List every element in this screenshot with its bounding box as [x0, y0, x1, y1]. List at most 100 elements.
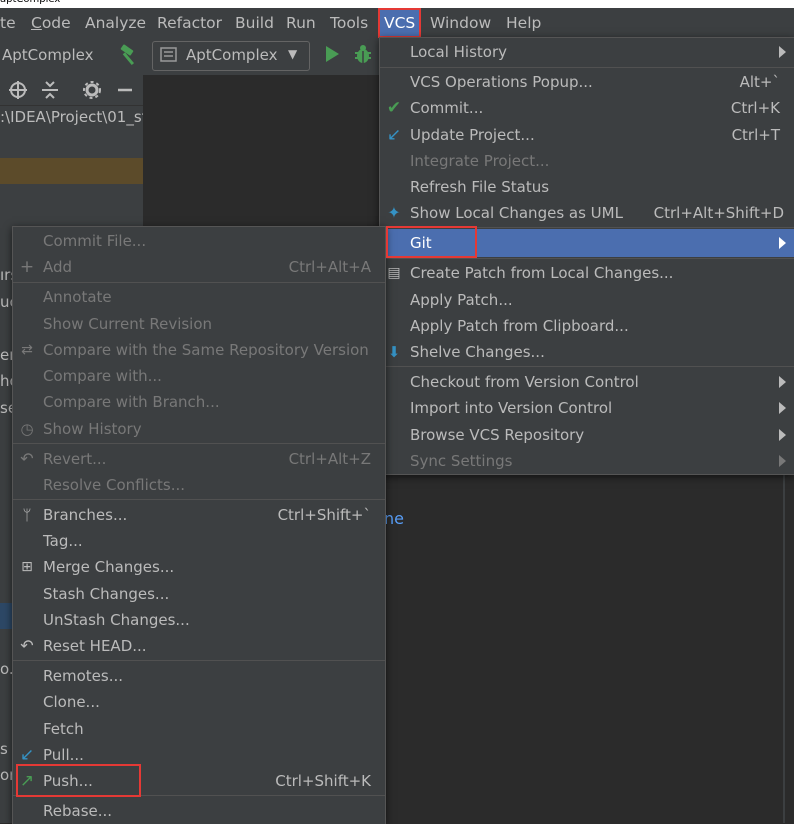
- menu-item-fetch[interactable]: Fetch: [13, 716, 385, 742]
- project-path: :\IDEA\Project\01_st: [0, 108, 143, 126]
- collapse-all-icon[interactable]: [40, 80, 60, 100]
- menu-item-label: Commit...: [410, 99, 484, 117]
- menu-item-label: Show Current Revision: [43, 315, 213, 333]
- menu-item-refresh-file-status[interactable]: Refresh File Status: [380, 174, 794, 200]
- menu-item-label: Compare with the Same Repository Version: [43, 341, 369, 359]
- menu-item-shortcut: Ctrl+Shift+K: [275, 772, 371, 790]
- menu-help[interactable]: Help: [506, 8, 541, 38]
- menu-item-show-history[interactable]: ◷ Show History: [13, 416, 385, 442]
- menu-item-local-history[interactable]: Local History: [380, 39, 794, 65]
- menu-item-label: Pull...: [43, 746, 84, 764]
- menu-item-compare-with-branch[interactable]: Compare with Branch...: [13, 389, 385, 415]
- menu-item-revert[interactable]: ↶ Revert... Ctrl+Alt+Z: [13, 446, 385, 472]
- menu-item-label: Reset HEAD...: [43, 637, 147, 655]
- window-title-fragment: aptComplex: [0, 0, 60, 5]
- menu-item-label: Branches...: [43, 506, 128, 524]
- menu-item-unstash-changes[interactable]: UnStash Changes...: [13, 607, 385, 633]
- menu-item-label: Remotes...: [43, 667, 123, 685]
- menu-build[interactable]: Build: [235, 8, 274, 38]
- menu-separator: [380, 227, 794, 228]
- menu-item-show-local-changes-uml[interactable]: ✦ Show Local Changes as UML Ctrl+Alt+Shi…: [380, 200, 794, 226]
- menu-item-label: Update Project...: [410, 126, 535, 144]
- menu-item-add[interactable]: + Add Ctrl+Alt+A: [13, 254, 385, 280]
- menu-item-apply-patch[interactable]: Apply Patch...: [380, 287, 794, 313]
- menu-item-label: Apply Patch...: [410, 291, 513, 309]
- menu-item-label: Merge Changes...: [43, 558, 175, 576]
- menu-code-rest: ode: [41, 14, 71, 32]
- menu-item-browse-vcs-repo[interactable]: Browse VCS Repository: [380, 422, 794, 448]
- menu-item-integrate-project[interactable]: Integrate Project...: [380, 148, 794, 174]
- submenu-arrow-icon: [779, 455, 786, 467]
- menu-item-label: Push...: [43, 772, 93, 790]
- gear-icon[interactable]: [82, 80, 102, 100]
- menu-item-shortcut: Ctrl+Alt+Z: [288, 450, 371, 468]
- menu-item-shortcut: Ctrl+K: [730, 99, 780, 117]
- menu-bar: te Code Analyze Refactor Build Run Tools…: [0, 8, 794, 39]
- menu-item-shelve-changes[interactable]: ⬇ Shelve Changes...: [380, 339, 794, 365]
- menu-item-branches[interactable]: ᛘ Branches... Ctrl+Shift+`: [13, 502, 385, 528]
- menu-vcs[interactable]: VCS: [378, 8, 422, 38]
- debug-bug-icon[interactable]: [353, 43, 373, 65]
- menu-code[interactable]: Code: [31, 8, 71, 38]
- submenu-arrow-icon: [779, 376, 786, 388]
- git-submenu: Commit File... + Add Ctrl+Alt+A Annotate…: [12, 226, 386, 824]
- menu-item-create-patch[interactable]: ▤ Create Patch from Local Changes...: [380, 260, 794, 286]
- menu-item-commit-file[interactable]: Commit File...: [13, 228, 385, 254]
- menu-item-checkout-vcs[interactable]: Checkout from Version Control: [380, 369, 794, 395]
- menu-item-compare-with[interactable]: Compare with...: [13, 363, 385, 389]
- menu-item-merge-changes[interactable]: ⊞ Merge Changes...: [13, 554, 385, 580]
- menu-window[interactable]: Window: [430, 8, 491, 38]
- menu-run[interactable]: Run: [286, 8, 316, 38]
- menu-item-apply-patch-clipboard[interactable]: Apply Patch from Clipboard...: [380, 313, 794, 339]
- menu-item-label: Import into Version Control: [410, 399, 613, 417]
- project-tree-selected-row[interactable]: [0, 158, 143, 184]
- menu-item-label: UnStash Changes...: [43, 611, 190, 629]
- menu-separator: [13, 660, 385, 661]
- patch-icon: ▤: [387, 265, 401, 281]
- shelve-icon: ⬇: [387, 343, 401, 361]
- menu-separator: [13, 443, 385, 444]
- editor-scrollbar[interactable]: [783, 472, 785, 823]
- menu-item-show-current-revision[interactable]: Show Current Revision: [13, 311, 385, 337]
- menu-item-stash-changes[interactable]: Stash Changes...: [13, 581, 385, 607]
- menu-item-label: Resolve Conflicts...: [43, 476, 186, 494]
- menu-refactor[interactable]: Refactor: [157, 8, 222, 38]
- menu-item-remotes[interactable]: Remotes...: [13, 663, 385, 689]
- menu-item-sync-settings[interactable]: Sync Settings: [380, 448, 794, 474]
- menu-item-label: Compare with Branch...: [43, 393, 220, 411]
- build-hammer-icon[interactable]: [118, 42, 140, 68]
- menu-item-label: Rebase...: [43, 802, 113, 820]
- minimize-icon[interactable]: [115, 80, 135, 100]
- menu-item-label: Local History: [410, 43, 508, 61]
- menu-item-update-project[interactable]: ↙ Update Project... Ctrl+T: [380, 122, 794, 148]
- menu-item-pull[interactable]: ↙ Pull...: [13, 742, 385, 768]
- menu-item-shortcut: Ctrl+Alt+A: [288, 258, 371, 276]
- submenu-arrow-icon: [779, 46, 786, 58]
- menu-item-compare-same-repo[interactable]: ⇄ Compare with the Same Repository Versi…: [13, 337, 385, 363]
- menu-item-label: Refresh File Status: [410, 178, 550, 196]
- compare-icon: ⇄: [21, 342, 33, 358]
- menu-item-label: Create Patch from Local Changes...: [410, 264, 674, 282]
- vcs-menu: Local History VCS Operations Popup... Al…: [379, 37, 794, 475]
- menu-analyze[interactable]: Analyze: [85, 8, 146, 38]
- menu-item-rebase[interactable]: Rebase...: [13, 798, 385, 824]
- run-icon[interactable]: [324, 45, 340, 63]
- menu-item-shortcut: Ctrl+T: [731, 126, 780, 144]
- locate-icon[interactable]: [8, 80, 28, 100]
- menu-separator: [13, 282, 385, 283]
- project-name[interactable]: AptComplex: [2, 46, 93, 64]
- submenu-arrow-icon: [779, 402, 786, 414]
- menu-tools[interactable]: Tools: [330, 8, 368, 38]
- menu-item-vcs-operations-popup[interactable]: VCS Operations Popup... Alt+`: [380, 69, 794, 95]
- menu-item-reset-head[interactable]: ↶ Reset HEAD...: [13, 633, 385, 659]
- menu-item-git[interactable]: Git: [380, 229, 794, 257]
- menu-item-commit[interactable]: ✔ Commit... Ctrl+K: [380, 95, 794, 121]
- menu-item-annotate[interactable]: Annotate: [13, 284, 385, 310]
- menu-navigate[interactable]: te: [0, 8, 16, 38]
- menu-item-label: Revert...: [43, 450, 107, 468]
- menu-item-import-vcs[interactable]: Import into Version Control: [380, 395, 794, 421]
- menu-item-clone[interactable]: Clone...: [13, 689, 385, 715]
- menu-item-push[interactable]: ↗ Push... Ctrl+Shift+K: [13, 768, 385, 794]
- menu-item-tag[interactable]: Tag...: [13, 528, 385, 554]
- menu-item-resolve-conflicts[interactable]: Resolve Conflicts...: [13, 472, 385, 498]
